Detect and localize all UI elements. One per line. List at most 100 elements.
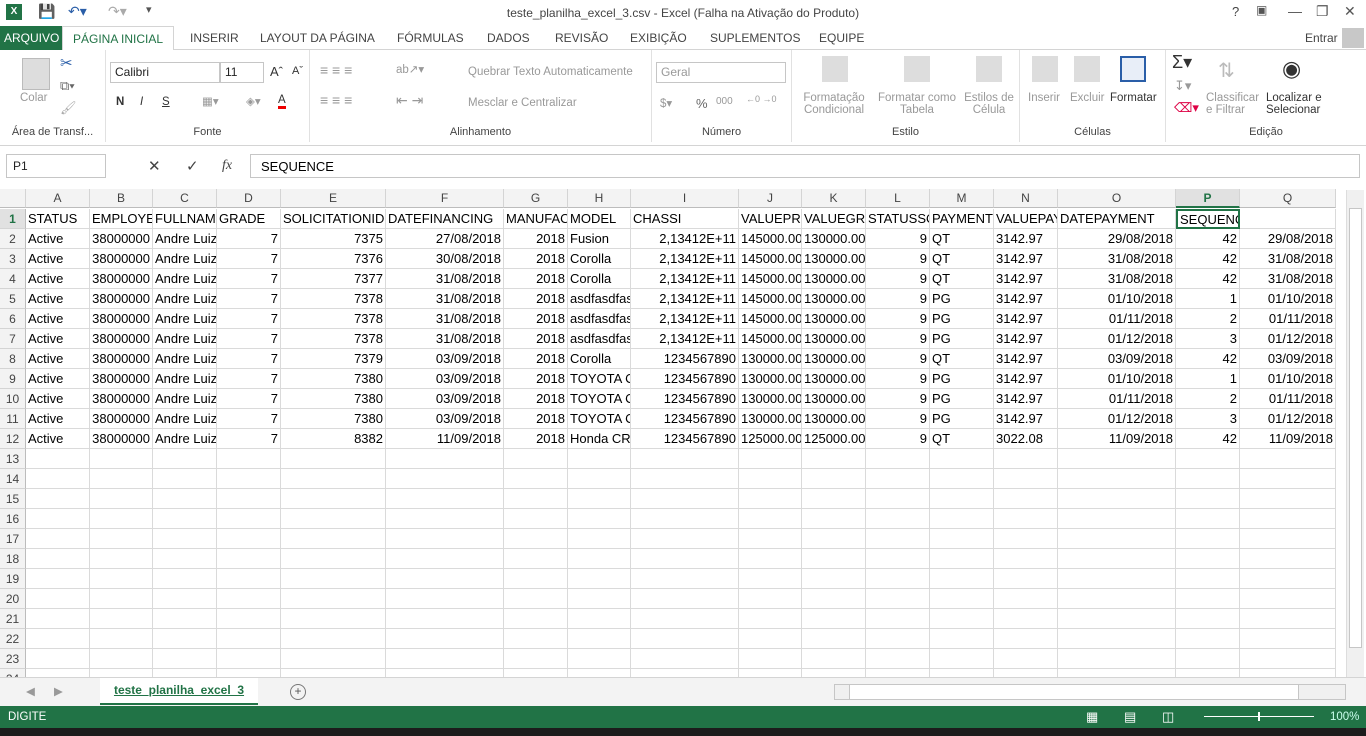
cell-h8[interactable]: Corolla: [568, 349, 631, 369]
cell-c7[interactable]: Andre Luiz: [153, 329, 217, 349]
cell-c6[interactable]: Andre Luiz: [153, 309, 217, 329]
row-header[interactable]: 6: [0, 309, 26, 329]
cell-n19[interactable]: [994, 569, 1058, 589]
sheet-scroll-right-icon[interactable]: ▶: [54, 684, 63, 698]
cell-j9[interactable]: 130000.00: [739, 369, 802, 389]
currency-icon[interactable]: $▾: [660, 96, 672, 110]
cell-q5[interactable]: 01/10/2018: [1240, 289, 1336, 309]
cell-k3[interactable]: 130000.00: [802, 249, 866, 269]
cell-p18[interactable]: [1176, 549, 1240, 569]
cell-e3[interactable]: 7376: [281, 249, 386, 269]
cell-a4[interactable]: Active: [26, 269, 90, 289]
cell-f16[interactable]: [386, 509, 504, 529]
cell-a16[interactable]: [26, 509, 90, 529]
cell-e13[interactable]: [281, 449, 386, 469]
cell-m6[interactable]: PG: [930, 309, 994, 329]
cell-h6[interactable]: asdfasdfasdf: [568, 309, 631, 329]
cell-i20[interactable]: [631, 589, 739, 609]
delete-cells-icon[interactable]: [1074, 56, 1100, 82]
cell-f8[interactable]: 03/09/2018: [386, 349, 504, 369]
horizontal-scrollbar[interactable]: [834, 684, 1346, 700]
cell-k5[interactable]: 130000.00: [802, 289, 866, 309]
cell-p8[interactable]: 42: [1176, 349, 1240, 369]
cell-j12[interactable]: 125000.00: [739, 429, 802, 449]
cell-g22[interactable]: [504, 629, 568, 649]
cell-c12[interactable]: Andre Luiz: [153, 429, 217, 449]
cell-h12[interactable]: Honda CRV: [568, 429, 631, 449]
cell-p14[interactable]: [1176, 469, 1240, 489]
cell-b20[interactable]: [90, 589, 153, 609]
paste-icon[interactable]: [22, 58, 50, 90]
cell-q3[interactable]: 31/08/2018: [1240, 249, 1336, 269]
cell-o1[interactable]: DATEPAYMENT: [1058, 209, 1176, 229]
cell-j23[interactable]: [739, 649, 802, 669]
cell-e12[interactable]: 8382: [281, 429, 386, 449]
cell-m3[interactable]: QT: [930, 249, 994, 269]
cell-j1[interactable]: VALUEPRO: [739, 209, 802, 229]
cell-d21[interactable]: [217, 609, 281, 629]
column-header-n[interactable]: N: [994, 189, 1058, 208]
cell-k16[interactable]: [802, 509, 866, 529]
restore-button[interactable]: ❐: [1316, 3, 1329, 20]
column-header-a[interactable]: A: [26, 189, 90, 208]
cell-g7[interactable]: 2018: [504, 329, 568, 349]
row-header[interactable]: 21: [0, 609, 26, 629]
cell-l5[interactable]: 9: [866, 289, 930, 309]
cell-f20[interactable]: [386, 589, 504, 609]
cell-o19[interactable]: [1058, 569, 1176, 589]
insert-cells-icon[interactable]: [1032, 56, 1058, 82]
normal-view-icon[interactable]: ▦: [1086, 709, 1098, 725]
increase-font-icon[interactable]: Aˆ: [270, 64, 283, 79]
cell-b23[interactable]: [90, 649, 153, 669]
cell-a15[interactable]: [26, 489, 90, 509]
cell-n4[interactable]: 3142.97: [994, 269, 1058, 289]
cell-e14[interactable]: [281, 469, 386, 489]
column-header-c[interactable]: C: [153, 189, 217, 208]
cell-h17[interactable]: [568, 529, 631, 549]
format-cells-icon[interactable]: [1120, 56, 1146, 82]
cell-n15[interactable]: [994, 489, 1058, 509]
cell-f15[interactable]: [386, 489, 504, 509]
cell-q13[interactable]: [1240, 449, 1336, 469]
cell-p20[interactable]: [1176, 589, 1240, 609]
cell-p2[interactable]: 42: [1176, 229, 1240, 249]
cell-p4[interactable]: 42: [1176, 269, 1240, 289]
cell-k6[interactable]: 130000.00: [802, 309, 866, 329]
cell-a12[interactable]: Active: [26, 429, 90, 449]
cell-e10[interactable]: 7380: [281, 389, 386, 409]
cell-j20[interactable]: [739, 589, 802, 609]
cell-h23[interactable]: [568, 649, 631, 669]
cell-c17[interactable]: [153, 529, 217, 549]
cell-styles-button[interactable]: Estilos de Célula: [960, 92, 1018, 116]
cell-i23[interactable]: [631, 649, 739, 669]
row-header[interactable]: 15: [0, 489, 26, 509]
cell-e11[interactable]: 7380: [281, 409, 386, 429]
cell-n5[interactable]: 3142.97: [994, 289, 1058, 309]
cell-i22[interactable]: [631, 629, 739, 649]
cell-i14[interactable]: [631, 469, 739, 489]
zoom-slider[interactable]: [1204, 712, 1314, 721]
cell-b18[interactable]: [90, 549, 153, 569]
cell-j19[interactable]: [739, 569, 802, 589]
column-header-h[interactable]: H: [568, 189, 631, 208]
row-header[interactable]: 19: [0, 569, 26, 589]
cell-a23[interactable]: [26, 649, 90, 669]
cell-l12[interactable]: 9: [866, 429, 930, 449]
cell-k1[interactable]: VALUEGRA: [802, 209, 866, 229]
cell-p5[interactable]: 1: [1176, 289, 1240, 309]
cell-g12[interactable]: 2018: [504, 429, 568, 449]
cell-o5[interactable]: 01/10/2018: [1058, 289, 1176, 309]
cell-m14[interactable]: [930, 469, 994, 489]
cell-q6[interactable]: 01/11/2018: [1240, 309, 1336, 329]
cell-q17[interactable]: [1240, 529, 1336, 549]
cell-d10[interactable]: 7: [217, 389, 281, 409]
row-header[interactable]: 8: [0, 349, 26, 369]
column-header-b[interactable]: B: [90, 189, 153, 208]
cell-l20[interactable]: [866, 589, 930, 609]
cell-p11[interactable]: 3: [1176, 409, 1240, 429]
cell-h11[interactable]: TOYOTA COROLLA: [568, 409, 631, 429]
percent-button[interactable]: %: [696, 96, 708, 111]
cell-p15[interactable]: [1176, 489, 1240, 509]
cell-d12[interactable]: 7: [217, 429, 281, 449]
cell-c19[interactable]: [153, 569, 217, 589]
